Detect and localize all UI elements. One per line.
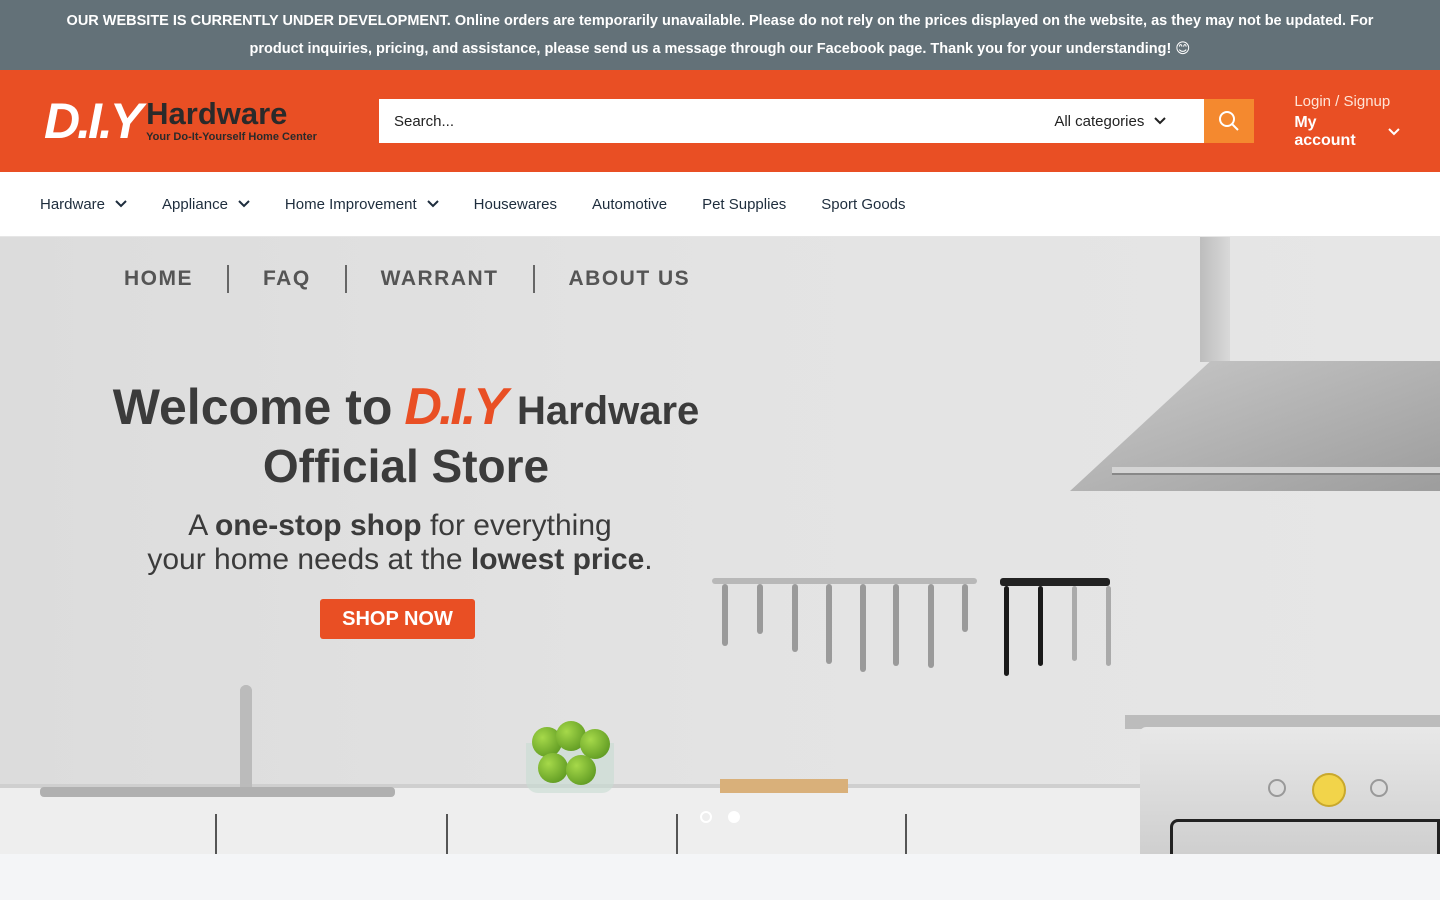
logo-tagline: Your Do-It-Yourself Home Center <box>146 131 317 143</box>
stove-knob <box>1370 779 1388 797</box>
utensil-rack <box>712 578 977 584</box>
subtitle-text: for everything <box>421 509 612 542</box>
logo-text: Hardware Your Do-It-Yourself Home Center <box>146 96 317 143</box>
slide-dot-2[interactable] <box>728 811 740 823</box>
banner-link-about-us[interactable]: ABOUT US <box>569 267 691 291</box>
nav-item-label: Hardware <box>40 195 106 213</box>
oven-clock <box>1312 773 1346 807</box>
chevron-down-icon <box>1388 127 1400 135</box>
hero-slideshow[interactable]: HOME FAQ WARRANT ABOUT US Welcome to D.I… <box>0 237 1440 854</box>
divider <box>532 265 535 293</box>
utensil <box>962 584 968 632</box>
hero-subtitle: A one-stop shop for everything your home… <box>110 509 690 577</box>
category-select-label: All categories <box>1054 112 1145 130</box>
sink <box>40 787 395 797</box>
cabinet-divider <box>676 814 678 854</box>
chevron-down-icon <box>1154 117 1167 125</box>
search-bar: All categories <box>378 99 1255 143</box>
hero-title-line-2: Official Store <box>262 440 550 492</box>
slideshow-pagination <box>700 811 740 823</box>
my-account-label: My account <box>1294 113 1356 149</box>
site-logo[interactable]: D.I.Y Hardware Your Do-It-Yourself Home … <box>44 96 379 146</box>
utensil <box>893 584 899 666</box>
apple <box>566 755 596 785</box>
search-icon <box>1219 111 1240 131</box>
utensil <box>928 584 934 668</box>
banner-link-warranty[interactable]: WARRANT <box>381 267 499 291</box>
chevron-down-icon <box>238 200 250 208</box>
logo-mark: D.I.Y <box>44 93 143 149</box>
nav-item-label: Housewares <box>473 195 558 213</box>
nav-item-housewares[interactable]: Housewares <box>474 196 557 213</box>
nav-item-label: Sport Goods <box>821 195 906 213</box>
stove-knob <box>1268 779 1286 797</box>
divider <box>227 265 229 293</box>
my-account-button[interactable]: My account <box>1294 114 1400 150</box>
category-nav: Hardware Appliance Home Improvement Hous… <box>0 172 1440 237</box>
divider <box>344 265 347 293</box>
range-hood-chimney <box>1200 237 1230 362</box>
subtitle-text: . <box>644 543 653 576</box>
subtitle-text: A <box>188 509 215 542</box>
nav-item-label: Home Improvement <box>284 195 417 213</box>
brand-name: Hardware <box>516 389 700 433</box>
page-bottom-strip <box>0 854 1440 900</box>
category-select[interactable]: All categories <box>1034 99 1205 143</box>
utensil <box>826 584 832 664</box>
nav-item-hardware[interactable]: Hardware <box>40 196 127 213</box>
login-signup-link[interactable]: Login / Signup <box>1294 93 1400 110</box>
nav-item-home-improvement[interactable]: Home Improvement <box>285 196 439 213</box>
nav-item-appliance[interactable]: Appliance <box>162 196 250 213</box>
nav-item-pet-supplies[interactable]: Pet Supplies <box>702 196 786 213</box>
utensil <box>722 584 728 646</box>
utensil <box>757 584 763 634</box>
utensil <box>1038 586 1043 666</box>
shop-now-button[interactable]: SHOP NOW <box>320 599 475 639</box>
oven-door <box>1170 819 1440 854</box>
hero-title-line-1: Welcome to D.I.Y Hardware <box>86 377 726 437</box>
subtitle-text: your home needs at the <box>147 543 471 576</box>
cutting-board <box>720 779 848 793</box>
announcement-text: OUR WEBSITE IS CURRENTLY UNDER DEVELOPME… <box>66 13 1374 57</box>
banner-nav: HOME FAQ WARRANT ABOUT US <box>124 265 690 293</box>
site-header: D.I.Y Hardware Your Do-It-Yourself Home … <box>0 70 1440 172</box>
hero-title: Welcome to D.I.Y Hardware Official Store <box>86 377 726 493</box>
banner-link-home[interactable]: HOME <box>124 267 193 291</box>
faucet <box>240 685 252 795</box>
subtitle-emphasis: lowest price <box>470 543 645 576</box>
nav-item-sport-goods[interactable]: Sport Goods <box>821 196 905 213</box>
cabinet-divider <box>215 814 217 854</box>
apple <box>538 753 568 783</box>
account-menu: Login / Signup My account <box>1294 93 1400 150</box>
nav-item-label: Appliance <box>162 195 228 213</box>
nav-item-label: Pet Supplies <box>702 195 787 213</box>
brand-mark: D.I.Y <box>404 378 508 436</box>
chevron-down-icon <box>426 200 439 208</box>
utensil <box>860 584 866 672</box>
utensil-rack-black <box>1000 578 1110 586</box>
nav-item-automotive[interactable]: Automotive <box>592 196 667 213</box>
banner-link-faq[interactable]: FAQ <box>263 267 311 291</box>
cabinet-divider <box>446 814 448 854</box>
welcome-prefix: Welcome to <box>112 379 393 435</box>
search-button[interactable] <box>1204 99 1255 143</box>
utensil <box>1106 586 1111 666</box>
cabinet-divider <box>905 814 907 854</box>
subtitle-emphasis: one-stop shop <box>214 509 422 542</box>
nav-item-label: Automotive <box>592 195 668 213</box>
utensil <box>792 584 798 652</box>
chevron-down-icon <box>115 200 127 208</box>
utensil <box>1072 586 1077 661</box>
slide-dot-1[interactable] <box>700 811 712 823</box>
utensil <box>1004 586 1009 676</box>
search-input[interactable] <box>378 99 1035 143</box>
range-hood-rail <box>1112 467 1440 475</box>
logo-name: Hardware <box>146 96 288 131</box>
announcement-bar: OUR WEBSITE IS CURRENTLY UNDER DEVELOPME… <box>0 0 1440 70</box>
